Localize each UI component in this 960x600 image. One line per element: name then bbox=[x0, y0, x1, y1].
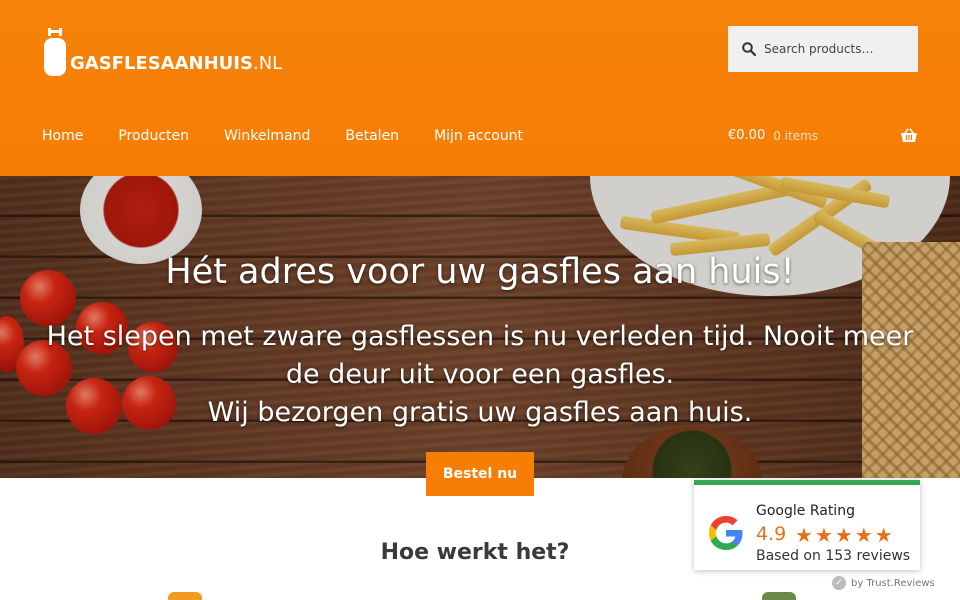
star-icon: ★ bbox=[834, 523, 853, 547]
star-icon: ★ bbox=[854, 523, 873, 547]
nav-home[interactable]: Home bbox=[42, 128, 83, 144]
star-icon: ★ bbox=[874, 523, 893, 547]
hero-subtitle-line: de deur uit voor een gasfles. bbox=[285, 359, 675, 390]
hero-subtitle-line: Het slepen met zware gasflessen is nu ve… bbox=[46, 321, 914, 352]
search-icon bbox=[742, 42, 756, 56]
step-icon bbox=[168, 592, 202, 600]
logo-text: GASFLESAANHUIS.NL bbox=[70, 53, 282, 74]
google-logo-icon bbox=[709, 516, 743, 550]
star-icon: ★ bbox=[795, 523, 813, 547]
logo-name: GASFLESAANHUIS bbox=[70, 53, 253, 74]
logo-suffix: .NL bbox=[252, 53, 283, 74]
trust-reviews-label: by Trust.Reviews bbox=[851, 577, 935, 589]
hero-subtitle: Het slepen met zware gasflessen is nu ve… bbox=[0, 318, 960, 432]
rating-review-count: Based on 153 reviews bbox=[756, 548, 911, 564]
order-now-button[interactable]: Bestel nu bbox=[426, 452, 534, 496]
site-logo[interactable]: GASFLESAANHUIS.NL bbox=[44, 26, 282, 76]
gas-bottle-icon bbox=[44, 28, 66, 76]
nav-producten[interactable]: Producten bbox=[118, 128, 189, 144]
rating-score: 4.9 bbox=[756, 523, 787, 545]
step-icon bbox=[762, 592, 796, 600]
trust-reviews-icon: ✓ bbox=[832, 576, 846, 590]
cart-amount: €0.00 bbox=[728, 128, 766, 143]
rating-title: Google Rating bbox=[756, 503, 855, 519]
star-icon: ★ bbox=[814, 523, 833, 547]
header-cart[interactable]: €0.00 0 items bbox=[728, 128, 918, 143]
trust-reviews-credit[interactable]: ✓ by Trust.Reviews bbox=[832, 576, 935, 590]
nav-winkelmand[interactable]: Winkelmand bbox=[224, 128, 310, 144]
search-input[interactable] bbox=[764, 42, 914, 56]
hero-banner: Hét adres voor uw gasfles aan huis! Het … bbox=[0, 176, 960, 478]
hero-title: Hét adres voor uw gasfles aan huis! bbox=[165, 252, 795, 292]
product-search[interactable] bbox=[728, 26, 918, 72]
cart-item-count: 0 items bbox=[773, 128, 819, 143]
site-header: GASFLESAANHUIS.NL Home Producten Winkelm… bbox=[0, 0, 960, 176]
hero-subtitle-line: Wij bezorgen gratis uw gasfles aan huis. bbox=[207, 397, 753, 428]
main-navigation: Home Producten Winkelmand Betalen Mijn a… bbox=[42, 128, 558, 144]
nav-betalen[interactable]: Betalen bbox=[345, 128, 399, 144]
basket-icon bbox=[901, 128, 917, 142]
rating-stars: ★ ★ ★ ★ ★ bbox=[795, 525, 893, 545]
google-rating-widget[interactable]: Google Rating 4.9 ★ ★ ★ ★ ★ Based on 153… bbox=[694, 480, 920, 570]
nav-mijn-account[interactable]: Mijn account bbox=[434, 128, 523, 144]
